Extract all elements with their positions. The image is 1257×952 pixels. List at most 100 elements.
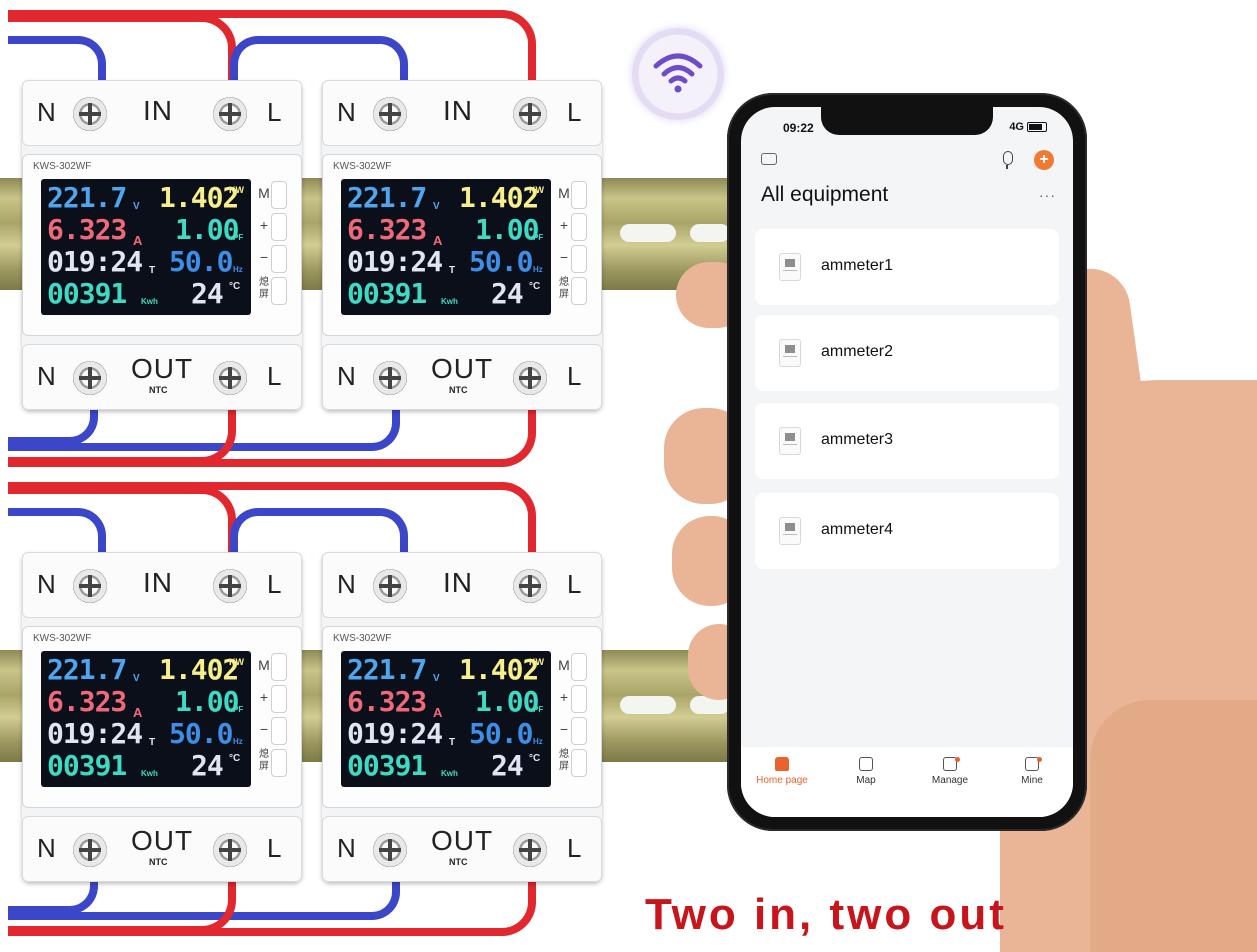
voltage-value: 221.7	[47, 181, 127, 214]
power-unit: KW	[529, 657, 544, 667]
current-value: 6.323	[47, 685, 127, 718]
notification-dot	[955, 757, 960, 762]
plus-button[interactable]	[271, 213, 287, 241]
line-label: L	[567, 569, 582, 599]
phone-notch	[821, 107, 993, 135]
button-minus-label: −	[259, 721, 269, 737]
pf-value: 1.00	[175, 685, 239, 718]
terminal-screw	[513, 833, 547, 867]
device-card[interactable]: ammeter2	[755, 315, 1059, 391]
home-icon	[775, 757, 789, 771]
ntc-label: NTC	[149, 857, 168, 867]
frequency-value: 50.0	[469, 717, 533, 750]
device-name: ammeter1	[821, 257, 894, 274]
status-icons: 4G	[1009, 121, 1047, 133]
voltage-value: 221.7	[347, 181, 427, 214]
pf-unit: PF	[233, 233, 244, 242]
meter-face: KWS-302WF 221.7 V 6.323 A 019:24 T 00391…	[22, 154, 302, 336]
terminal-screw	[213, 569, 247, 603]
input-label: IN	[143, 95, 173, 126]
mode-button[interactable]	[271, 653, 287, 681]
more-icon[interactable]: ···	[1039, 187, 1056, 203]
meter-output-terminal: N OUT NTC L	[322, 816, 602, 882]
terminal-screw	[513, 97, 547, 131]
page-title: All equipment	[761, 183, 889, 206]
minus-button[interactable]	[571, 717, 587, 745]
caption-text: Two in, two out	[645, 890, 1007, 939]
tab-bar: Home page Map Manage Mine	[741, 747, 1073, 817]
plus-button[interactable]	[571, 685, 587, 713]
device-card[interactable]: ammeter3	[755, 403, 1059, 479]
device-name: ammeter4	[821, 521, 894, 538]
mode-button[interactable]	[271, 181, 287, 209]
temperature-value: 24	[191, 277, 224, 310]
screen-off-button[interactable]	[571, 277, 587, 305]
pf-unit: PF	[233, 705, 244, 714]
energy-value: 00391	[347, 277, 427, 310]
meter-icon	[779, 427, 801, 455]
minus-button[interactable]	[571, 245, 587, 273]
tab-map[interactable]: Map	[831, 757, 901, 786]
neutral-label: N	[37, 569, 56, 599]
frequency-value: 50.0	[469, 245, 533, 278]
button-plus-label: +	[559, 689, 569, 705]
temperature-unit: °C	[229, 753, 241, 764]
frequency-unit: Hz	[533, 737, 543, 746]
mode-button[interactable]	[571, 653, 587, 681]
tab-manage[interactable]: Manage	[915, 757, 985, 786]
neutral-label: N	[337, 833, 356, 863]
neutral-label: N	[37, 833, 56, 863]
terminal-screw	[213, 361, 247, 395]
lcd-display: 221.7 V 6.323 A 019:24 T 00391 Kwh 1.402…	[341, 179, 551, 315]
button-minus-label: −	[259, 249, 269, 265]
button-m-label: M	[558, 185, 570, 201]
plus-button[interactable]	[571, 213, 587, 241]
power-value: 1.402	[459, 181, 539, 214]
current-value: 6.323	[347, 685, 427, 718]
add-device-button[interactable]: +	[1034, 150, 1054, 170]
button-plus-label: +	[559, 217, 569, 233]
screen-off-button[interactable]	[271, 749, 287, 777]
button-screen-label: 熄屏	[259, 277, 269, 300]
microphone-icon[interactable]	[1003, 151, 1013, 169]
button-plus-label: +	[259, 689, 269, 705]
device-card[interactable]: ammeter1	[755, 229, 1059, 305]
terminal-screw	[373, 361, 407, 395]
smartphone: 09:22 4G + All equipment ··· ammeter1 am…	[727, 93, 1087, 831]
meter-icon	[779, 253, 801, 281]
terminal-screw	[73, 361, 107, 395]
power-value: 1.402	[159, 181, 239, 214]
meter-input-terminal: N IN L	[22, 80, 302, 146]
mode-button[interactable]	[571, 181, 587, 209]
neutral-label: N	[37, 361, 56, 391]
meter-output-terminal: N OUT NTC L	[22, 816, 302, 882]
tab-label: Map	[856, 775, 876, 786]
meter-output-terminal: N OUT NTC L	[322, 344, 602, 410]
status-time: 09:22	[783, 121, 814, 135]
tab-home-page[interactable]: Home page	[747, 757, 817, 786]
lcd-display: 221.7 V 6.323 A 019:24 T 00391 Kwh 1.402…	[341, 651, 551, 787]
terminal-screw	[73, 97, 107, 131]
network-label: 4G	[1009, 121, 1024, 133]
device-card[interactable]: ammeter4	[755, 493, 1059, 569]
meter-face: KWS-302WF 221.7 V 6.323 A 019:24 T 00391…	[22, 626, 302, 808]
minus-button[interactable]	[271, 717, 287, 745]
wifi-icon	[653, 53, 703, 93]
screen-off-button[interactable]	[271, 277, 287, 305]
tab-mine[interactable]: Mine	[997, 757, 1067, 786]
plus-button[interactable]	[271, 685, 287, 713]
home-switch-icon[interactable]	[761, 153, 777, 165]
pf-value: 1.00	[475, 213, 539, 246]
energy-unit: Kwh	[141, 769, 158, 778]
time-unit: T	[449, 737, 456, 748]
frequency-unit: Hz	[533, 265, 543, 274]
pf-unit: PF	[533, 705, 544, 714]
minus-button[interactable]	[271, 245, 287, 273]
hand-wrist	[1090, 700, 1257, 952]
screen-off-button[interactable]	[571, 749, 587, 777]
energy-unit: Kwh	[441, 769, 458, 778]
rail-slot	[690, 224, 730, 242]
neutral-label: N	[37, 97, 56, 127]
input-label: IN	[143, 567, 173, 598]
power-unit: KW	[529, 185, 544, 195]
